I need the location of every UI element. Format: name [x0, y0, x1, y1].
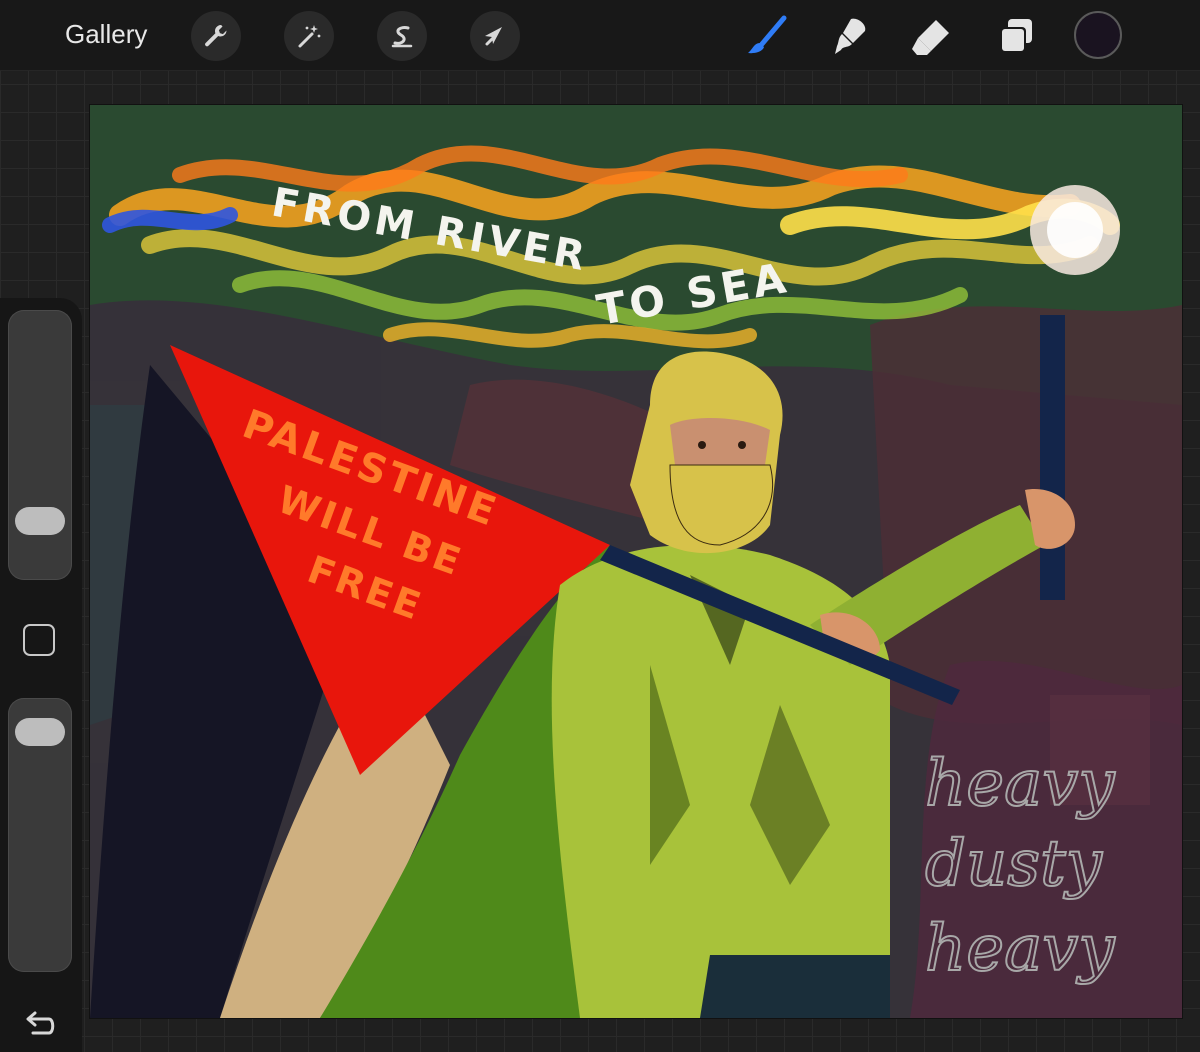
brush-size-slider[interactable]	[8, 310, 72, 580]
actions-button[interactable]	[191, 11, 241, 61]
signature-line3: heavy	[925, 912, 1115, 986]
artwork: FROM RIVER TO SEA PALESTINE WILL BE FREE	[90, 145, 1182, 1018]
smudge-tool-button[interactable]	[823, 10, 875, 62]
adjustments-button[interactable]	[284, 11, 334, 61]
modify-button[interactable]	[23, 624, 55, 656]
brush-size-thumb[interactable]	[15, 507, 65, 535]
brush-icon	[748, 15, 787, 54]
layers-icon	[1000, 19, 1032, 53]
layers-tool-button[interactable]	[990, 10, 1042, 62]
eraser-icon	[912, 20, 949, 55]
undo-button[interactable]	[20, 1008, 60, 1044]
selection-button[interactable]	[377, 11, 427, 61]
drawing-canvas[interactable]: FROM RIVER TO SEA PALESTINE WILL BE FREE	[90, 105, 1182, 1018]
wrench-icon	[205, 24, 227, 47]
eraser-tool-button[interactable]	[905, 10, 957, 62]
undo-icon	[26, 1011, 55, 1035]
magic-wand-icon	[298, 25, 321, 48]
top-toolbar: Gallery	[0, 0, 1200, 71]
color-picker-button[interactable]	[1074, 11, 1122, 59]
left-sidebar	[0, 298, 82, 1052]
torch-flame	[1030, 185, 1120, 275]
signature-line2: dusty	[925, 827, 1103, 901]
brush-tool-button[interactable]	[740, 10, 792, 62]
arrow-cursor-icon	[485, 27, 502, 46]
selection-icon	[391, 26, 413, 48]
transform-button[interactable]	[470, 11, 520, 61]
opacity-slider[interactable]	[8, 698, 72, 972]
gallery-button[interactable]: Gallery	[65, 19, 147, 50]
torch-handle	[1040, 315, 1065, 600]
signature-line1: heavy	[925, 747, 1115, 821]
opacity-thumb[interactable]	[15, 718, 65, 746]
smudge-icon	[835, 18, 866, 54]
